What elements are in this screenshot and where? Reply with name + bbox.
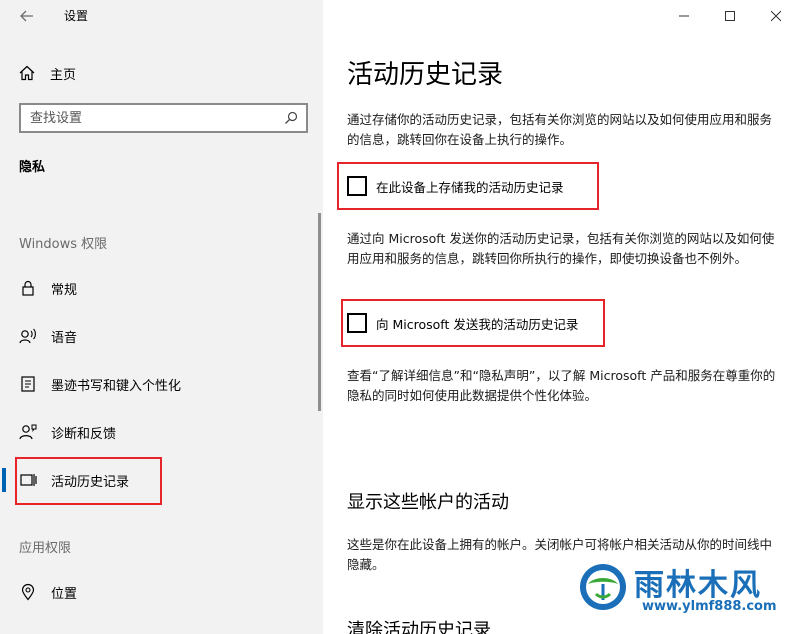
nav-scrollbar[interactable] [318, 213, 321, 411]
annotation-highlight-nav [15, 457, 162, 505]
feedback-icon [19, 424, 37, 440]
privacy-text: 查看“了解详细信息”和“隐私声明”，以了解 Microsoft 产品和服务在尊重… [347, 368, 776, 403]
store-history-checkbox[interactable] [347, 176, 367, 196]
search-input[interactable] [21, 105, 276, 131]
accounts-section-title: 显示这些帐户的活动 [347, 492, 509, 513]
speech-icon [19, 328, 36, 344]
back-arrow-icon [20, 10, 33, 22]
sidebar-item-label: 常规 [51, 282, 78, 298]
lock-icon [22, 280, 34, 296]
home-label: 主页 [50, 67, 77, 83]
maximize-icon [725, 11, 735, 21]
store-history-checkbox-row[interactable]: 在此设备上存储我的活动历史记录 [347, 176, 564, 196]
app-permissions-header: 应用权限 [19, 541, 72, 556]
clear-section-title: 清除活动历史记录 [347, 620, 491, 634]
send-history-checkbox[interactable] [347, 313, 367, 333]
sidebar-item-label: 位置 [51, 586, 78, 602]
sidebar-item-label: 语音 [51, 330, 78, 346]
watermark: 雨林木风 www.ylmf888.com [578, 560, 792, 620]
section-privacy-label: 隐私 [19, 160, 46, 175]
watermark-logo-icon [580, 564, 626, 610]
store-history-label: 在此设备上存储我的活动历史记录 [376, 179, 564, 195]
watermark-title: 雨林木风 [634, 568, 762, 603]
nav-home[interactable]: 主页 [18, 60, 76, 86]
navigation-pane: 设置 主页 隐私 Windows 权限 常规 语音 [0, 0, 323, 634]
search-icon[interactable] [284, 111, 298, 125]
location-icon [21, 583, 35, 601]
window-controls [661, 0, 799, 32]
sidebar-item-label: 墨迹书写和键入个性化 [51, 378, 182, 394]
sidebar-item-diagnostics-feedback[interactable]: 诊断和反馈 [0, 415, 323, 449]
ink-typing-icon [21, 376, 35, 392]
watermark-url: www.ylmf888.com [642, 599, 777, 614]
sidebar-item-label: 诊断和反馈 [51, 426, 117, 442]
minimize-icon [679, 15, 689, 17]
send-intro-text: 通过向 Microsoft 发送你的活动历史记录，包括有关你浏览的网站以及如何使… [347, 231, 775, 266]
sidebar-item-general[interactable]: 常规 [0, 271, 323, 305]
send-history-label: 向 Microsoft 发送我的活动历史记录 [376, 316, 579, 332]
window-title: 设置 [64, 9, 89, 23]
minimize-button[interactable] [661, 0, 707, 32]
page-title: 活动历史记录 [347, 60, 504, 90]
title-bar: 设置 [0, 0, 323, 32]
sidebar-item-speech[interactable]: 语音 [0, 319, 323, 353]
selection-indicator [2, 468, 6, 492]
sidebar-item-inking-typing[interactable]: 墨迹书写和键入个性化 [0, 367, 323, 401]
intro-text: 通过存储你的活动历史记录，包括有关你浏览的网站以及如何使用应用和服务的信息，跳转… [347, 112, 773, 147]
search-box[interactable] [19, 103, 308, 133]
close-button[interactable] [753, 0, 799, 32]
sidebar-item-location[interactable]: 位置 [0, 575, 323, 609]
back-button[interactable] [14, 5, 40, 27]
close-icon [771, 11, 781, 21]
send-history-checkbox-row[interactable]: 向 Microsoft 发送我的活动历史记录 [347, 313, 578, 333]
windows-permissions-header: Windows 权限 [19, 237, 108, 252]
home-icon [19, 65, 35, 81]
content-pane: 活动历史记录 通过存储你的活动历史记录，包括有关你浏览的网站以及如何使用应用和服… [323, 0, 799, 634]
maximize-button[interactable] [707, 0, 753, 32]
